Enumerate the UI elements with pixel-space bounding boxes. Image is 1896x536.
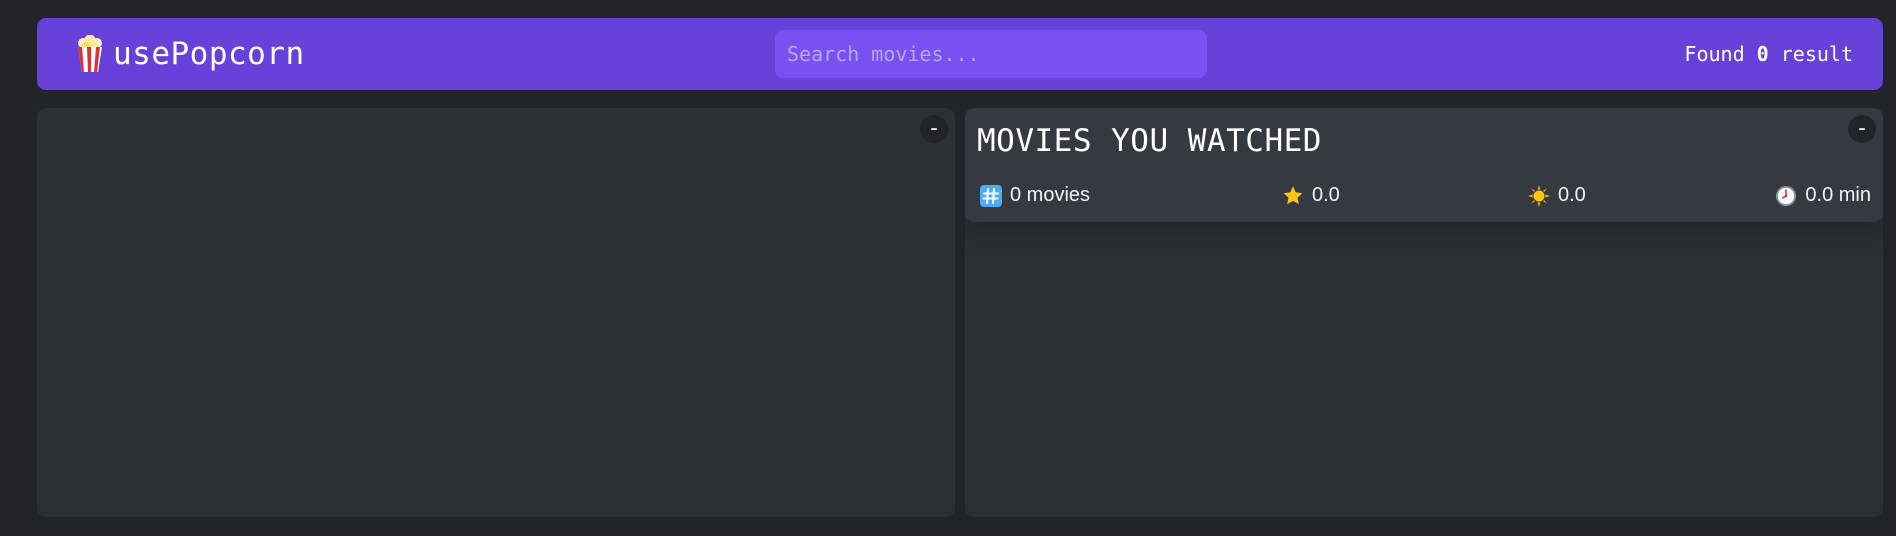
search-input[interactable] bbox=[775, 30, 1207, 78]
stat-movies-value: 0 movies bbox=[1010, 184, 1091, 206]
movie-list-box: – bbox=[37, 108, 955, 517]
app-title: usePopcorn bbox=[113, 36, 305, 72]
stat-user-rating-value: 0.0 bbox=[1558, 184, 1586, 206]
collapse-list-button[interactable]: – bbox=[920, 115, 948, 143]
collapse-watched-button[interactable]: – bbox=[1848, 115, 1876, 143]
summary-stats: 0 movies 0.0 0.0 0.0 min bbox=[980, 184, 1871, 210]
watched-box: – MOVIES YOU WATCHED 0 movies 0.0 0.0 0.… bbox=[965, 108, 1883, 517]
results-count: 0 bbox=[1756, 42, 1769, 66]
stat-imdb-rating: 0.0 bbox=[1282, 184, 1340, 207]
navbar: usePopcorn Found 0 result bbox=[37, 18, 1883, 90]
stat-runtime: 0.0 min bbox=[1775, 184, 1871, 207]
watched-summary: MOVIES YOU WATCHED 0 movies 0.0 0.0 0.0 … bbox=[965, 108, 1883, 222]
stat-imdb-rating-value: 0.0 bbox=[1312, 184, 1340, 206]
stat-runtime-value: 0.0 min bbox=[1805, 184, 1871, 206]
logo: usePopcorn bbox=[75, 34, 305, 73]
results-count-text: Found 0 result bbox=[1684, 42, 1853, 66]
stat-movies: 0 movies bbox=[980, 184, 1090, 207]
popcorn-icon bbox=[75, 34, 105, 73]
hash-icon bbox=[980, 184, 1002, 207]
star-icon bbox=[1282, 185, 1304, 207]
stat-user-rating: 0.0 bbox=[1528, 184, 1586, 207]
sun-icon bbox=[1528, 184, 1550, 207]
clock-icon bbox=[1775, 185, 1797, 207]
watched-summary-title: MOVIES YOU WATCHED bbox=[977, 123, 1322, 159]
